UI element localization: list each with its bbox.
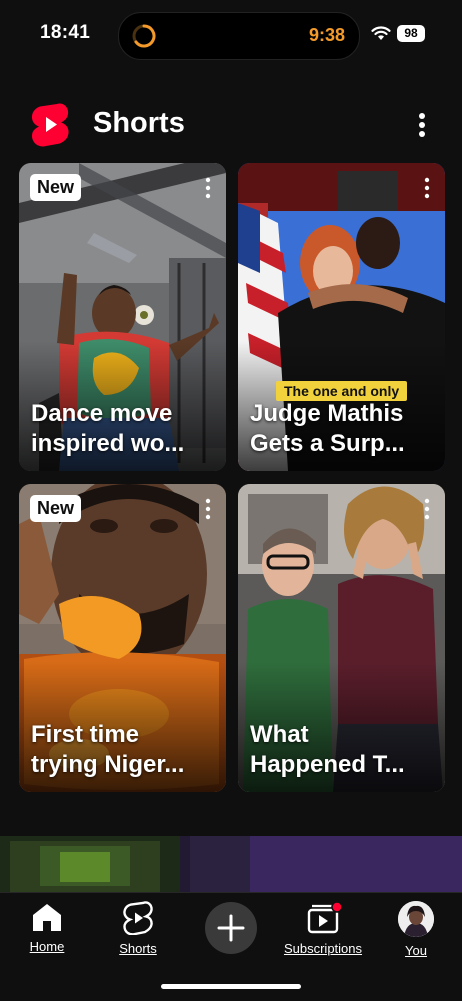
wifi-icon	[371, 26, 391, 40]
nav-you[interactable]: You	[396, 901, 436, 958]
short-card-what-happened[interactable]: What Happened T...	[238, 484, 445, 792]
home-icon	[33, 904, 61, 931]
nav-subscriptions-label: Subscriptions	[283, 941, 363, 956]
create-plus-icon	[217, 914, 245, 942]
more-vertical-icon[interactable]	[420, 177, 434, 199]
home-indicator	[161, 984, 301, 989]
subscriptions-icon	[307, 901, 343, 934]
new-badge: New	[30, 174, 82, 201]
short-card-judge-mathis[interactable]: The one and only Judge Mathis Gets a Sur…	[238, 163, 445, 471]
more-vertical-icon[interactable]	[201, 177, 215, 199]
short-card-first-time[interactable]: New First time trying Niger...	[19, 484, 226, 792]
nav-subscriptions[interactable]: Subscriptions	[276, 901, 370, 956]
create-button[interactable]	[205, 902, 257, 954]
short-title: First time trying Niger...	[31, 721, 185, 778]
battery-icon: 98	[397, 25, 425, 42]
short-title: Judge Mathis Gets a Surp...	[250, 400, 405, 457]
dynamic-island[interactable]: 9:38	[118, 12, 360, 60]
avatar	[398, 901, 434, 937]
more-vertical-icon[interactable]	[420, 498, 434, 520]
nav-home-label: Home	[29, 939, 65, 954]
short-title: Dance move inspired wo...	[31, 400, 185, 457]
shorts-icon	[123, 901, 153, 935]
activity-timer: 9:38	[308, 25, 345, 45]
status-bar: 18:41 9:38 98	[0, 0, 462, 70]
new-badge: New	[30, 495, 82, 522]
more-vertical-icon[interactable]	[201, 498, 215, 520]
next-video-thumbnail[interactable]	[0, 836, 462, 892]
timer-ring-icon	[132, 24, 156, 48]
nav-home[interactable]: Home	[22, 901, 72, 954]
video-caption-overlay: The one and only	[276, 381, 408, 401]
more-vertical-icon[interactable]	[410, 110, 434, 140]
status-time: 18:41	[40, 22, 91, 43]
short-card-dance-move[interactable]: New Dance move inspired wo...	[19, 163, 226, 471]
nav-shorts-label: Shorts	[119, 941, 157, 956]
short-title: What Happened T...	[250, 721, 405, 778]
nav-shorts[interactable]: Shorts	[112, 901, 164, 956]
section-title: Shorts	[93, 107, 185, 139]
nav-you-label: You	[405, 943, 427, 958]
shorts-logo-icon	[31, 103, 69, 147]
shorts-section-header: Shorts	[0, 96, 462, 156]
